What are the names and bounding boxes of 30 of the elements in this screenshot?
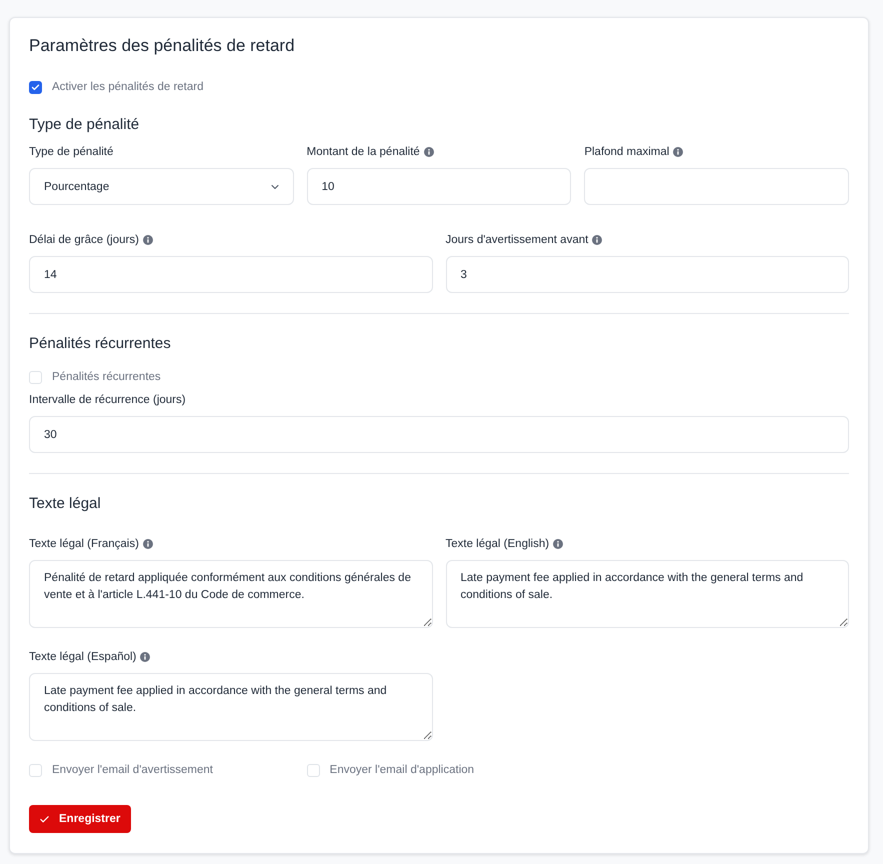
input-field[interactable] (584, 168, 849, 205)
checkbox-label: Pénalités récurrentes (52, 370, 161, 385)
checkbox[interactable] (29, 80, 42, 94)
page-title: Paramètres des pénalités de retard (29, 35, 296, 57)
field-label: Intervalle de récurrence (jours) (29, 393, 186, 408)
input-field[interactable]: 10 (306, 168, 572, 205)
field-label: Texte légal (Français) (29, 537, 139, 552)
section-heading: Texte légal (29, 494, 102, 514)
input-field[interactable]: 3 (446, 256, 849, 293)
field-label: Texte légal (Español) (29, 650, 136, 665)
field-label: Jours d'avertissement avant (446, 233, 588, 248)
input-field[interactable]: 14 (29, 256, 432, 293)
field-label: Délai de grâce (jours) (29, 233, 139, 248)
field-label: Montant de la pénalité (306, 145, 420, 160)
checkbox-label: Activer les pénalités de retard (52, 80, 204, 95)
section-heading: Type de pénalité (29, 115, 140, 135)
field-label: Texte légal (English) (446, 537, 550, 552)
check-icon (39, 814, 50, 824)
text-area[interactable]: Late payment fee applied in accordance with the general terms and conditions of sale. (29, 673, 432, 741)
checkbox-label: Envoyer l'email d'application (330, 763, 474, 778)
input-field[interactable]: 30 (29, 416, 849, 453)
select-field[interactable]: Pourcentage (29, 168, 294, 205)
field-label: Type de pénalité (29, 145, 114, 160)
field-label: Plafond maximal (584, 145, 670, 160)
section-heading: Pénalités récurrentes (29, 334, 172, 354)
save-button[interactable]: Enregistrer (29, 805, 132, 833)
text-area[interactable]: Pénalité de retard appliquée conformément aux conditions générales de vente et à l'article L.441-10 du Code de commerce. (29, 560, 432, 628)
check-icon (31, 82, 40, 92)
text-area[interactable]: Late payment fee applied in accordance with the general terms and conditions of sale. (446, 560, 849, 628)
checkbox-label: Envoyer l'email d'avertissement (52, 763, 213, 778)
